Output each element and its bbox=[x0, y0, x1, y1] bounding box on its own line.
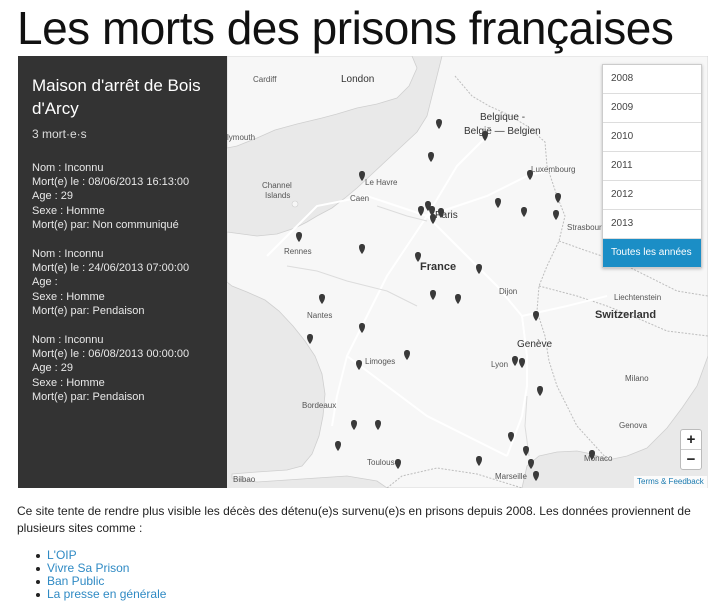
death-date: Mort(e) le : 24/06/2013 07:00:00 bbox=[32, 262, 190, 275]
death-date: Mort(e) le : 06/08/2013 00:00:00 bbox=[32, 348, 190, 361]
source-link-oip[interactable]: L'OIP bbox=[47, 548, 77, 562]
year-option-2012[interactable]: 2012 bbox=[603, 181, 701, 210]
land-channel-islands bbox=[291, 200, 299, 208]
map-label-bordeaux: Bordeaux bbox=[302, 401, 336, 410]
map-label-france: France bbox=[420, 261, 456, 273]
year-option-2013[interactable]: 2013 bbox=[603, 210, 701, 239]
death-sex: Sexe : Homme bbox=[32, 376, 105, 389]
map-label-caen: Caen bbox=[350, 194, 369, 203]
death-name: Nom : Inconnu bbox=[32, 334, 104, 347]
map-label-cardiff: Cardiff bbox=[253, 75, 277, 84]
death-age: Age : bbox=[32, 276, 58, 289]
zoom-out-button[interactable]: − bbox=[681, 449, 701, 469]
prison-info-panel: Maison d'arrêt de Bois d'Arcy 3 mort·e·s… bbox=[18, 56, 227, 488]
map-label-liechtenstein: Liechtenstein bbox=[614, 293, 661, 302]
map-label-marseille: Marseille bbox=[495, 472, 528, 481]
map-label-plymouth: lymouth bbox=[227, 133, 255, 142]
source-link-ban-public[interactable]: Ban Public bbox=[47, 574, 104, 588]
map-label-belgique: Belgique - bbox=[480, 112, 525, 123]
map-label-london: London bbox=[341, 74, 374, 85]
death-cause: Mort(e) par: Pendaison bbox=[32, 390, 145, 403]
intro-text: Ce site tente de rendre plus visible les… bbox=[17, 504, 691, 535]
year-option-all[interactable]: Toutes les années bbox=[603, 239, 701, 267]
map-label-bilbao: Bilbao bbox=[233, 475, 256, 484]
year-option-2010[interactable]: 2010 bbox=[603, 123, 701, 152]
death-cause: Mort(e) par: Non communiqué bbox=[32, 218, 179, 231]
map-container[interactable]: Maison d'arrêt de Bois d'Arcy 3 mort·e·s… bbox=[18, 56, 708, 488]
year-option-2011[interactable]: 2011 bbox=[603, 152, 701, 181]
year-filter-control: 2008 2009 2010 2011 2012 2013 Toutes les… bbox=[602, 64, 702, 268]
death-name: Nom : Inconnu bbox=[32, 248, 104, 261]
death-sex: Sexe : Homme bbox=[32, 290, 105, 303]
map-label-islands: Islands bbox=[265, 191, 290, 200]
map-label-limoges: Limoges bbox=[365, 357, 395, 366]
map-label-rennes: Rennes bbox=[284, 247, 312, 256]
year-option-2008[interactable]: 2008 bbox=[603, 65, 701, 94]
death-count: 3 mort·e·s bbox=[32, 127, 87, 141]
map-label-monaco: Monaco bbox=[584, 454, 613, 463]
death-sex: Sexe : Homme bbox=[32, 204, 105, 217]
prison-name: Maison d'arrêt de Bois d'Arcy bbox=[32, 76, 201, 118]
source-link-la-presse[interactable]: La presse en générale bbox=[47, 587, 166, 601]
map-label-dijon: Dijon bbox=[499, 287, 517, 296]
map-label-toulouse: Toulouse bbox=[367, 458, 400, 467]
map-label-switzerland: Switzerland bbox=[595, 309, 656, 321]
death-record: Nom : Inconnu Mort(e) le : 06/08/2013 00… bbox=[32, 333, 213, 404]
death-record: Nom : Inconnu Mort(e) le : 08/06/2013 16… bbox=[32, 161, 213, 232]
death-cause: Mort(e) par: Pendaison bbox=[32, 304, 145, 317]
death-record: Nom : Inconnu Mort(e) le : 24/06/2013 07… bbox=[32, 247, 213, 318]
map-label-strasbourg: Strasbourg bbox=[567, 223, 606, 232]
source-link-vivre-sa-prison[interactable]: Vivre Sa Prison bbox=[47, 561, 129, 575]
map-label-nantes: Nantes bbox=[307, 311, 332, 320]
map-label-le-havre: Le Havre bbox=[365, 178, 398, 187]
map-label-genova: Genova bbox=[619, 421, 648, 430]
death-age: Age : 29 bbox=[32, 362, 73, 375]
map-label-belgie: België — Belgien bbox=[464, 126, 541, 137]
map-label-channel: Channel bbox=[262, 181, 292, 190]
map-label-milano: Milano bbox=[625, 374, 649, 383]
map-label-geneve: Genève bbox=[517, 339, 552, 350]
zoom-in-button[interactable]: + bbox=[681, 430, 701, 449]
death-name: Nom : Inconnu bbox=[32, 162, 104, 174]
page-title: Les morts des prisons françaises bbox=[17, 2, 674, 54]
death-date: Mort(e) le : 08/06/2013 16:13:00 bbox=[32, 176, 190, 189]
map-attribution-link[interactable]: Terms & Feedback bbox=[634, 476, 707, 488]
map-label-lyon: Lyon bbox=[491, 360, 508, 369]
sources-list: L'OIP Vivre Sa Prison Ban Public La pres… bbox=[17, 549, 166, 601]
zoom-control: + − bbox=[680, 429, 702, 470]
map-label-luxembourg: Luxembourg bbox=[531, 165, 575, 174]
year-option-2009[interactable]: 2009 bbox=[603, 94, 701, 123]
death-age: Age : 29 bbox=[32, 190, 73, 203]
list-item: La presse en générale bbox=[35, 587, 166, 601]
